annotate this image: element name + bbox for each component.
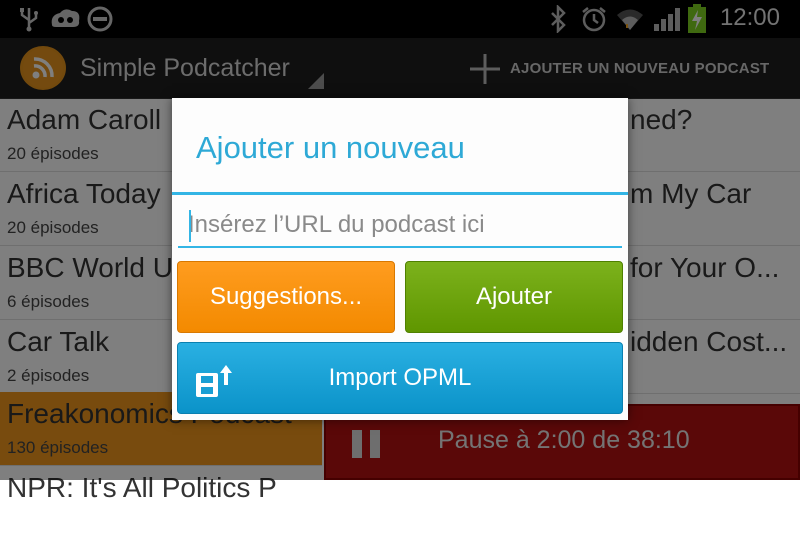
podcast-url-input[interactable] [178,204,622,248]
dialog-divider [172,192,628,195]
suggestions-button[interactable]: Suggestions... [177,261,395,333]
add-podcast-dialog: Ajouter un nouveau Suggestions... Ajoute… [172,98,628,420]
import-opml-label: Import OPML [328,364,472,391]
import-opml-button[interactable]: Import OPML [177,342,623,414]
text-cursor [189,210,191,242]
add-button[interactable]: Ajouter [405,261,623,333]
dialog-title: Ajouter un nouveau [196,130,465,165]
import-file-icon [194,363,238,399]
